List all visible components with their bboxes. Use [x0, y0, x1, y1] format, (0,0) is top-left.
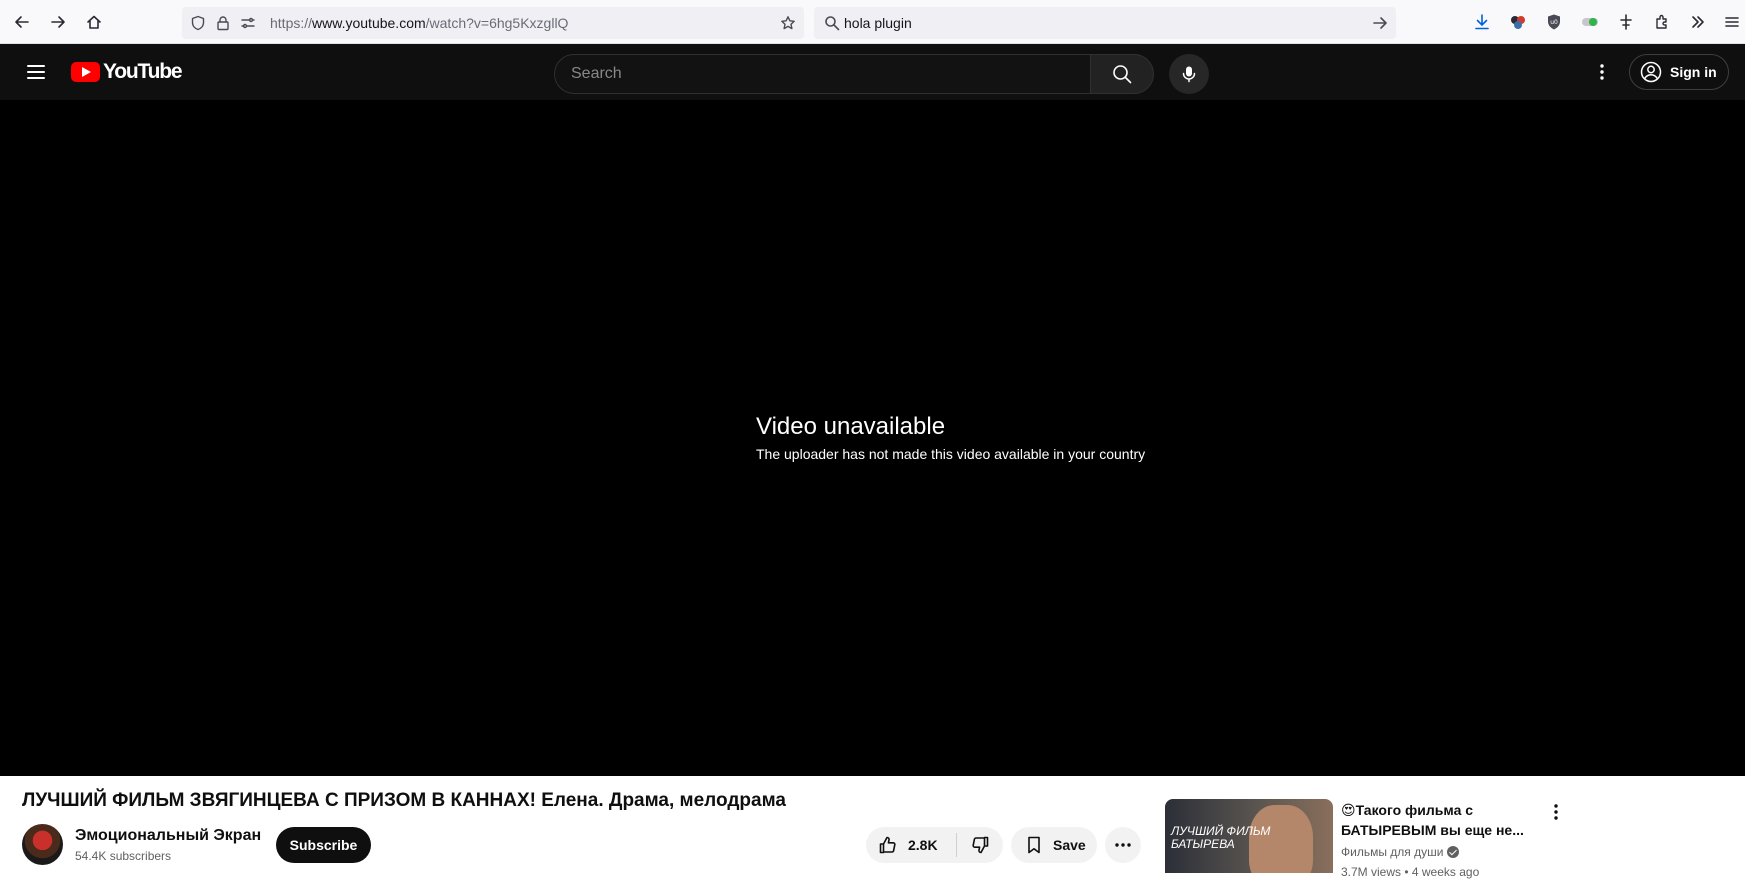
youtube-header: YouTube Sign in [0, 44, 1745, 100]
recommended-video-title[interactable]: 😍Такого фильма с БАТЫРЕВЫМ вы еще не... [1341, 800, 1541, 840]
url-host: www.youtube.com [312, 15, 426, 31]
youtube-logo[interactable]: YouTube [71, 60, 183, 83]
home-icon [87, 15, 101, 29]
settings-more-button[interactable] [1586, 56, 1618, 88]
ublock-shield-icon[interactable]: u0 [1544, 12, 1564, 32]
go-arrow-icon[interactable] [1372, 15, 1388, 31]
recommended-video-meta: 3.7M views • 4 weeks ago [1341, 865, 1480, 879]
browser-menu-icon[interactable] [1722, 12, 1742, 32]
url-path: /watch?v=6hg5KxzgllQ [425, 15, 569, 31]
youtube-search-box[interactable] [554, 54, 1091, 94]
subscribe-button[interactable]: Subscribe [276, 827, 371, 863]
extensions-puzzle-icon[interactable] [1652, 12, 1672, 32]
permissions-icon[interactable] [240, 15, 256, 31]
thumbs-down-icon [972, 836, 989, 854]
sign-in-label: Sign in [1670, 64, 1717, 80]
youtube-search-button[interactable] [1090, 54, 1154, 94]
thumbnail-text: Лучший фильм Батырева [1171, 824, 1271, 851]
arrow-left-icon [15, 16, 29, 28]
like-button[interactable]: 2.8K [866, 827, 956, 863]
video-title: ЛУЧШИЙ ФИЛЬМ ЗВЯГИНЦЕВА С ПРИЗОМ В КАННА… [22, 790, 786, 811]
dislike-button[interactable] [957, 827, 1003, 863]
guide-menu-button[interactable] [20, 56, 52, 88]
url-bar[interactable]: https://www.youtube.com/watch?v=6hg5Kxzg… [182, 7, 804, 39]
browser-search-text[interactable]: hola plugin [844, 15, 912, 31]
bookmark-star-icon[interactable] [780, 15, 796, 31]
like-count: 2.8K [908, 837, 938, 853]
home-button[interactable] [82, 10, 106, 34]
horizontal-dots-icon [1115, 843, 1131, 847]
lock-icon[interactable] [215, 15, 231, 31]
channel-avatar[interactable] [22, 824, 63, 865]
extension-colorful-icon[interactable] [1508, 12, 1528, 32]
sign-in-button[interactable]: Sign in [1629, 54, 1729, 90]
search-icon [824, 15, 840, 31]
channel-name-link[interactable]: Эмоциональный Экран [75, 827, 261, 845]
youtube-search-input[interactable] [555, 55, 1090, 93]
svg-text:u0: u0 [1550, 19, 1558, 26]
more-actions-button[interactable] [1105, 827, 1141, 863]
vertical-dots-icon [1600, 64, 1604, 80]
recommended-video-thumbnail[interactable]: Лучший фильм Батырева [1165, 799, 1333, 873]
browser-search-bar[interactable]: hola plugin [814, 7, 1396, 39]
thumbs-up-icon [879, 836, 896, 854]
extension-pin-icon[interactable] [1616, 12, 1636, 32]
hamburger-icon [27, 65, 45, 79]
url-scheme: https:// [270, 15, 313, 31]
save-button[interactable]: Save [1011, 827, 1097, 863]
vertical-dots-icon [1554, 804, 1558, 820]
like-dislike-group: 2.8K [866, 827, 1003, 863]
voice-search-button[interactable] [1169, 54, 1209, 94]
video-player[interactable]: Video unavailable The uploader has not m… [0, 100, 1745, 776]
shield-icon[interactable] [190, 15, 206, 31]
recommended-channel-name: Фильмы для души [1341, 845, 1444, 859]
forward-button[interactable] [46, 10, 70, 34]
extension-toggle-icon[interactable] [1580, 12, 1600, 32]
search-icon [1113, 65, 1132, 84]
player-error-message: The uploader has not made this video ava… [756, 446, 1146, 462]
account-circle-icon [1640, 61, 1662, 83]
player-error-title: Video unavailable [756, 413, 946, 440]
url-text[interactable]: https://www.youtube.com/watch?v=6hg5Kxzg… [270, 15, 568, 31]
youtube-logo-text: YouTube [103, 60, 183, 83]
subscriber-count: 54.4K subscribers [75, 849, 172, 863]
recommended-more-button[interactable] [1544, 800, 1568, 824]
verified-check-icon [1447, 846, 1460, 858]
overflow-chevrons-icon[interactable] [1688, 12, 1708, 32]
save-label: Save [1053, 837, 1086, 853]
back-button[interactable] [10, 10, 34, 34]
browser-toolbar: https://www.youtube.com/watch?v=6hg5Kxzg… [0, 0, 1745, 44]
arrow-right-icon [51, 16, 65, 28]
microphone-icon [1182, 66, 1196, 83]
recommended-channel[interactable]: Фильмы для души [1341, 845, 1460, 859]
youtube-play-logo-icon [71, 62, 100, 82]
bookmark-icon [1028, 836, 1040, 854]
downloads-icon[interactable] [1472, 12, 1492, 32]
